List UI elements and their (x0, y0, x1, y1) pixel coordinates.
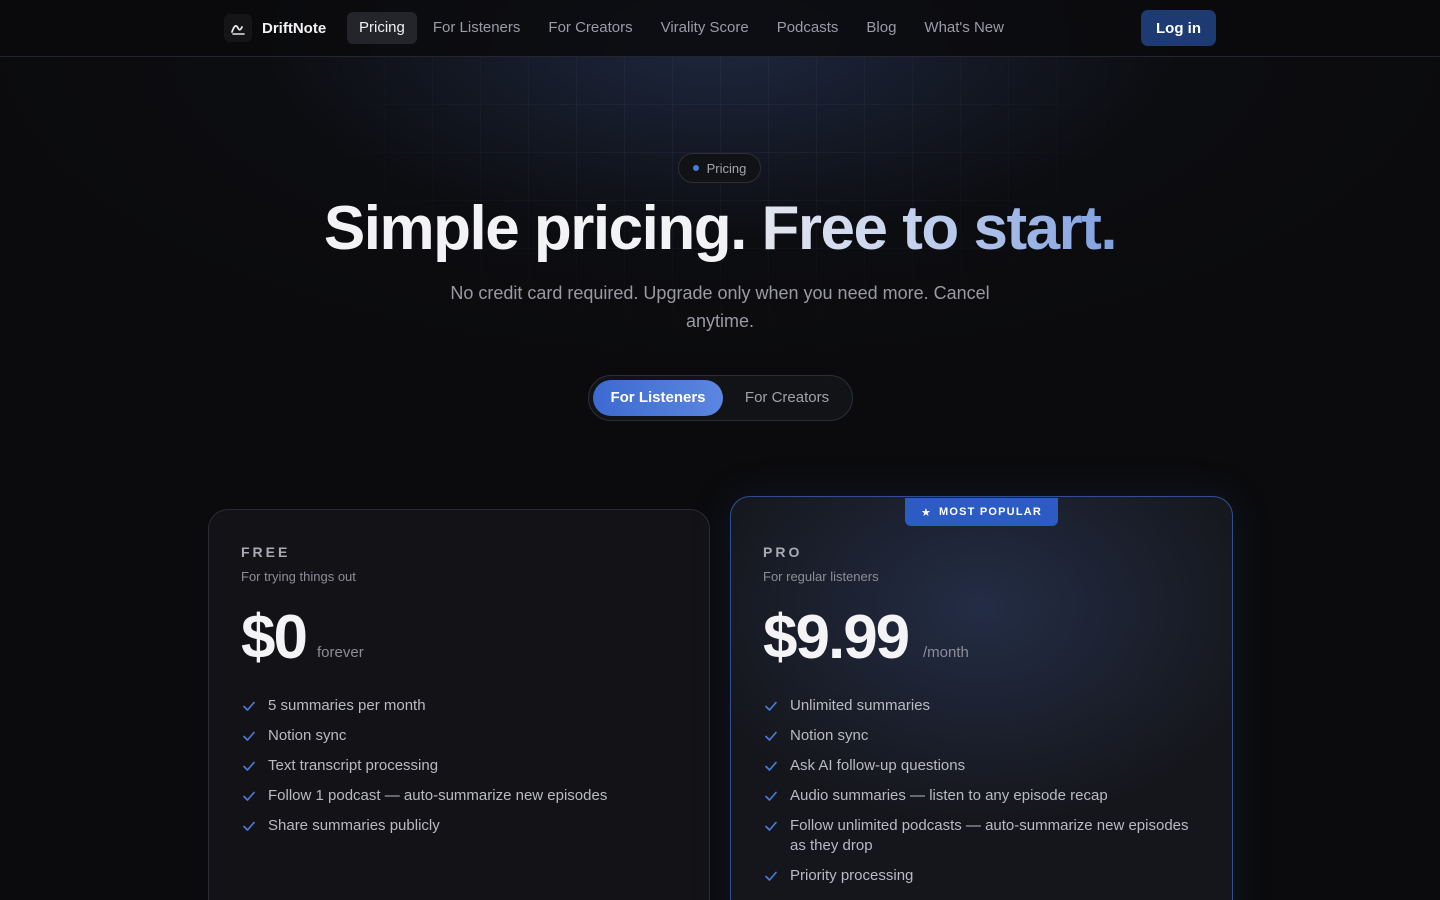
feature-text: Text transcript processing (268, 757, 439, 774)
brand-logo-link[interactable]: DriftNote (224, 14, 326, 42)
plan-card-pro: PRO For regular listeners $9.99 /month U… (730, 496, 1233, 900)
check-icon (765, 871, 777, 881)
plan-price: $0 (241, 603, 308, 672)
badge-label: Pricing (706, 160, 747, 176)
nav-link-pricing[interactable]: Pricing (347, 12, 417, 44)
feature-text: Follow unlimited podcasts — auto-summari… (790, 817, 1189, 854)
check-icon (243, 731, 255, 741)
feature-item: Audio summaries — listen to any episode … (764, 786, 1194, 806)
plan-period: /month (923, 644, 969, 661)
feature-item: Share summaries publicly (242, 816, 682, 836)
feature-item: Notion sync (242, 726, 682, 746)
page: DriftNote Pricing For Listeners For Crea… (0, 0, 1440, 900)
page-subtitle: No credit card required. Upgrade only wh… (450, 283, 990, 331)
feature-text: Ask AI follow-up questions (790, 757, 966, 774)
feature-list: 5 summaries per month Notion sync Text t… (242, 696, 682, 846)
page-title: Simple pricing. Free to start. (0, 193, 1440, 264)
plan-name: FREE (241, 544, 291, 560)
plan-price: $9.99 (763, 603, 910, 672)
feature-text: Audio summaries — listen to any episode … (790, 787, 1108, 804)
feature-item: Ask AI follow-up questions (764, 756, 1194, 776)
check-icon (243, 761, 255, 771)
login-button[interactable]: Log in (1141, 10, 1216, 46)
plan-description: For trying things out (241, 569, 356, 584)
check-icon (243, 821, 255, 831)
feature-item: Priority processing (764, 866, 1194, 886)
check-icon (765, 761, 777, 771)
feature-text: Follow 1 podcast — auto-summarize new ep… (268, 787, 608, 804)
feature-item: Text transcript processing (242, 756, 682, 776)
most-popular-label: MOST POPULAR (939, 506, 1043, 518)
nav-link-for-listeners[interactable]: For Listeners (421, 12, 533, 44)
plan-card-free: FREE For trying things out $0 forever 5 … (208, 509, 710, 900)
brand-name: DriftNote (262, 19, 327, 37)
feature-item: Unlimited summaries (764, 696, 1194, 716)
feature-text: Priority processing (790, 867, 914, 884)
nav-links: Pricing For Listeners For Creators Viral… (347, 12, 1020, 44)
feature-item: 5 summaries per month (242, 696, 682, 716)
check-icon (765, 701, 777, 711)
badge-dot-icon (692, 165, 699, 171)
driftnote-logo-icon (224, 14, 252, 42)
check-icon (243, 701, 255, 711)
nav-link-for-creators[interactable]: For Creators (536, 12, 644, 44)
feature-item: Follow unlimited podcasts — auto-summari… (764, 816, 1194, 856)
plan-description: For regular listeners (763, 569, 879, 584)
audience-toggle: For Listeners For Creators (588, 375, 853, 421)
headline-part1: Simple pricing. (323, 194, 747, 263)
most-popular-badge: ★ MOST POPULAR (905, 498, 1058, 526)
headline-part2: Free to start. (761, 194, 1118, 263)
toggle-for-creators[interactable]: For Creators (725, 380, 849, 416)
top-navbar: DriftNote Pricing For Listeners For Crea… (0, 0, 1440, 57)
nav-link-virality-score[interactable]: Virality Score (649, 12, 761, 44)
nav-link-podcasts[interactable]: Podcasts (765, 12, 851, 44)
plan-name: PRO (763, 544, 803, 560)
plan-period: forever (317, 644, 364, 661)
nav-link-blog[interactable]: Blog (854, 12, 908, 44)
check-icon (765, 821, 777, 831)
pricing-badge: Pricing (678, 153, 761, 183)
check-icon (243, 791, 255, 801)
feature-item: Follow 1 podcast — auto-summarize new ep… (242, 786, 682, 806)
check-icon (765, 791, 777, 801)
feature-text: Unlimited summaries (790, 697, 931, 714)
feature-text: 5 summaries per month (268, 697, 426, 714)
feature-text: Notion sync (790, 727, 869, 744)
feature-list: Unlimited summaries Notion sync Ask AI f… (764, 696, 1194, 896)
feature-text: Share summaries publicly (268, 817, 440, 834)
feature-item: Notion sync (764, 726, 1194, 746)
nav-link-whats-new[interactable]: What's New (912, 12, 1016, 44)
feature-text: Notion sync (268, 727, 347, 744)
star-icon: ★ (920, 506, 933, 519)
check-icon (765, 731, 777, 741)
toggle-for-listeners[interactable]: For Listeners (593, 380, 723, 416)
